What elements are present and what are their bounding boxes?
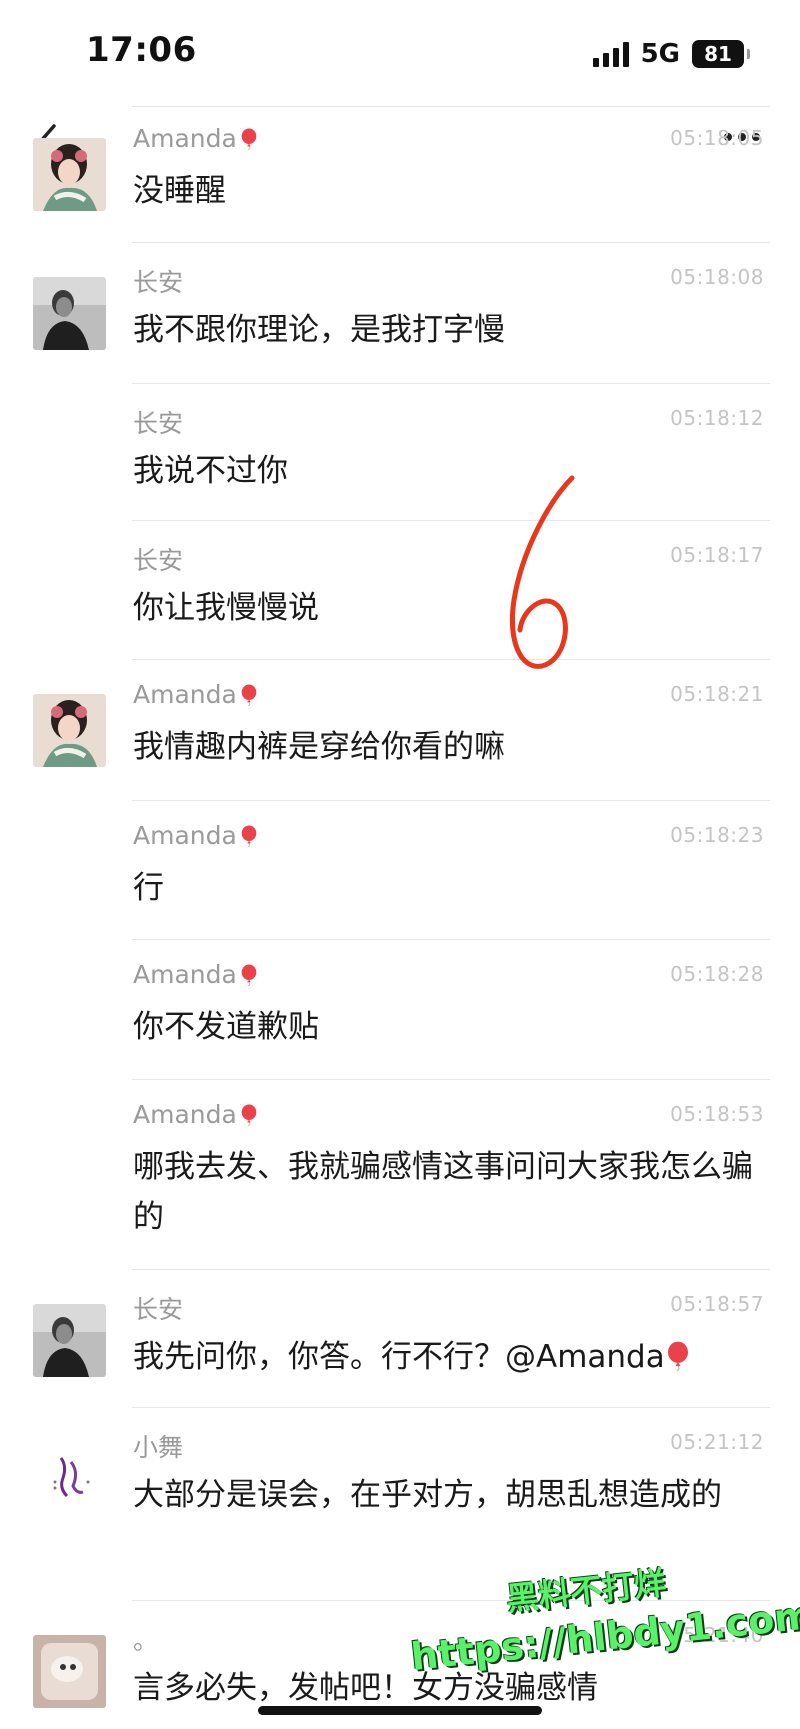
message-text-content: 我不跟你理论，是我打字慢 — [133, 312, 505, 348]
avatar-changan[interactable] — [33, 277, 106, 350]
balloon-icon — [241, 964, 257, 986]
message-item[interactable]: 长安 05:18:57 我先问你，你答。行不行？@Amanda — [0, 1270, 800, 1408]
message-item[interactable]: 长安 05:18:17 你让我慢慢说 — [0, 521, 800, 660]
sender-name-text: 长安 — [133, 546, 184, 575]
sender-name: Amanda — [133, 821, 259, 850]
message-text: 没睡醒 — [133, 166, 753, 216]
avatar-xiaowu[interactable] — [33, 1442, 106, 1515]
message-text: 我情趣内裤是穿给你看的嘛 — [133, 722, 753, 772]
avatar-amanda[interactable] — [33, 138, 106, 211]
message-item[interactable]: 长安 05:18:08 我不跟你理论，是我打字慢 — [0, 243, 800, 384]
message-text-content: 我说不过你 — [133, 453, 288, 489]
sender-name: 小舞 — [133, 1428, 183, 1464]
message-text-content: 我情趣内裤是穿给你看的嘛 — [133, 729, 505, 765]
watermark: 黑料不打烊 https://hlbdy1.com — [409, 1560, 800, 1700]
message-text: 我不跟你理论，是我打字慢 — [133, 305, 753, 355]
message-timestamp: 05:18:53 — [670, 1102, 764, 1126]
message-text-content: 没睡醒 — [133, 173, 226, 209]
message-text-content: 你不发道歉贴 — [133, 1009, 319, 1045]
message-text-content: 你让我慢慢说 — [133, 590, 319, 626]
message-timestamp: 05:18:08 — [670, 265, 764, 289]
sender-name-text: Amanda — [133, 124, 237, 153]
message-timestamp: 05:18:17 — [670, 543, 764, 567]
network-type: 5G — [640, 39, 680, 69]
sender-name-text: 小舞 — [133, 1433, 184, 1462]
sender-name-text: 长安 — [133, 1295, 184, 1324]
sender-name-text: 长安 — [133, 409, 184, 438]
sender-name: Amanda — [133, 1100, 259, 1129]
home-indicator — [258, 1706, 542, 1715]
status-bar: 17:06 5G 81 — [0, 0, 800, 100]
avatar-changan[interactable] — [33, 1304, 106, 1377]
sender-name: 长安 — [133, 541, 183, 577]
battery-icon: 81 — [692, 40, 750, 68]
message-text: 行 — [133, 863, 753, 913]
balloon-icon — [241, 128, 257, 150]
message-item[interactable]: 长安 05:18:12 我说不过你 — [0, 384, 800, 521]
message-text-content: 哪我去发、我就骗感情这事问问大家我怎么骗的 — [133, 1149, 753, 1235]
message-timestamp: 05:18:23 — [670, 823, 764, 847]
message-text-content: 我先问你，你答。行不行？@Amanda — [133, 1339, 665, 1375]
sender-name: 长安 — [133, 263, 183, 299]
sender-name-text: 长安 — [133, 268, 184, 297]
message-timestamp: 05:18:21 — [670, 682, 764, 706]
status-time: 17:06 — [86, 30, 197, 70]
message-timestamp: 05:18:57 — [670, 1292, 764, 1316]
sender-name: Amanda — [133, 680, 259, 709]
avatar-amanda[interactable] — [33, 694, 106, 767]
message-item[interactable]: Amanda 05:18:23 行 — [0, 801, 800, 940]
signal-icon — [592, 41, 629, 67]
balloon-icon — [241, 1104, 257, 1126]
message-text: 我先问你，你答。行不行？@Amanda — [133, 1332, 753, 1382]
battery-level: 81 — [704, 42, 732, 66]
message-item[interactable]: Amanda 05:18:28 你不发道歉贴 — [0, 940, 800, 1080]
message-timestamp: 05:18:05 — [670, 126, 764, 150]
balloon-icon — [241, 825, 257, 847]
sender-name: Amanda — [133, 124, 259, 153]
message-timestamp: 05:18:28 — [670, 962, 764, 986]
balloon-icon — [667, 1341, 688, 1371]
message-text: 我说不过你 — [133, 446, 753, 496]
message-timestamp: 05:18:12 — [670, 406, 764, 430]
message-item[interactable]: Amanda 05:18:05 没睡醒 — [0, 104, 800, 243]
status-indicators: 5G 81 — [592, 38, 750, 70]
message-text: 你不发道歉贴 — [133, 1002, 753, 1052]
sender-name-text: 。 — [133, 1626, 159, 1655]
message-text-content: 行 — [133, 870, 164, 906]
message-item[interactable]: Amanda 05:18:21 我情趣内裤是穿给你看的嘛 — [0, 660, 800, 801]
message-text-content: 大部分是误会，在乎对方，胡思乱想造成的 — [133, 1477, 722, 1513]
message-timestamp: 05:21:12 — [670, 1430, 764, 1454]
sender-name: Amanda — [133, 960, 259, 989]
sender-name: 。 — [133, 1621, 158, 1657]
sender-name: 长安 — [133, 404, 183, 440]
sender-name: 长安 — [133, 1290, 183, 1326]
sender-name-text: Amanda — [133, 1100, 237, 1129]
handwritten-six-annotation — [509, 475, 575, 669]
sender-name-text: Amanda — [133, 960, 237, 989]
sender-name-text: Amanda — [133, 680, 237, 709]
message-item[interactable]: Amanda 05:18:53 哪我去发、我就骗感情这事问问大家我怎么骗的 — [0, 1080, 800, 1270]
balloon-icon — [241, 684, 257, 706]
avatar-dot[interactable] — [33, 1635, 106, 1708]
message-text: 你让我慢慢说 — [133, 583, 753, 633]
message-text: 哪我去发、我就骗感情这事问问大家我怎么骗的 — [133, 1142, 753, 1242]
sender-name-text: Amanda — [133, 821, 237, 850]
message-text: 大部分是误会，在乎对方，胡思乱想造成的 — [133, 1470, 753, 1520]
